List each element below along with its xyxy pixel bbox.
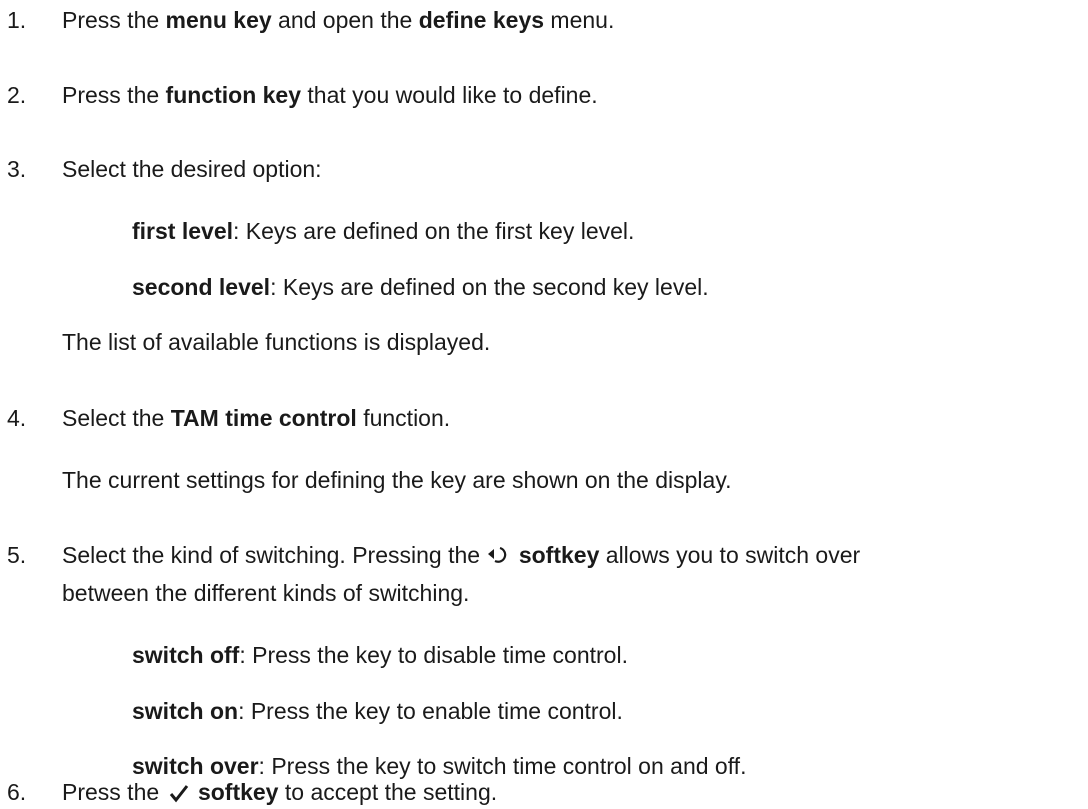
step-text: Press the softkey to accept the setting. [62, 778, 497, 809]
option-switch-off: switch off: Press the key to disable tim… [132, 642, 628, 668]
step-text: Select the kind of switching. Pressing t… [62, 541, 860, 572]
step-5-continuation: between the different kinds of switching… [62, 580, 470, 606]
option-first-level: first level: Keys are defined on the fir… [132, 218, 635, 244]
step-text: Select the desired option: [62, 156, 322, 182]
step-number: 2. [7, 82, 27, 108]
option-switch-over: switch over: Press the key to switch tim… [132, 753, 747, 779]
step-3-result: The list of available functions is displ… [62, 329, 491, 355]
option-switch-on: switch on: Press the key to enable time … [132, 698, 623, 724]
step-number: 3. [7, 156, 27, 182]
step-number: 4. [7, 405, 27, 431]
step-text: Press the menu key and open the define k… [62, 7, 615, 33]
toggle-arrow-icon [486, 544, 512, 572]
step-text: Select the TAM time control function. [62, 405, 451, 431]
checkmark-icon [166, 781, 192, 809]
step-number: 1. [7, 7, 27, 33]
step-4-result: The current settings for defining the ke… [62, 467, 732, 493]
option-second-level: second level: Keys are defined on the se… [132, 274, 709, 300]
step-number: 6. [7, 779, 27, 805]
step-text: Press the function key that you would li… [62, 82, 598, 108]
step-number: 5. [7, 542, 27, 568]
